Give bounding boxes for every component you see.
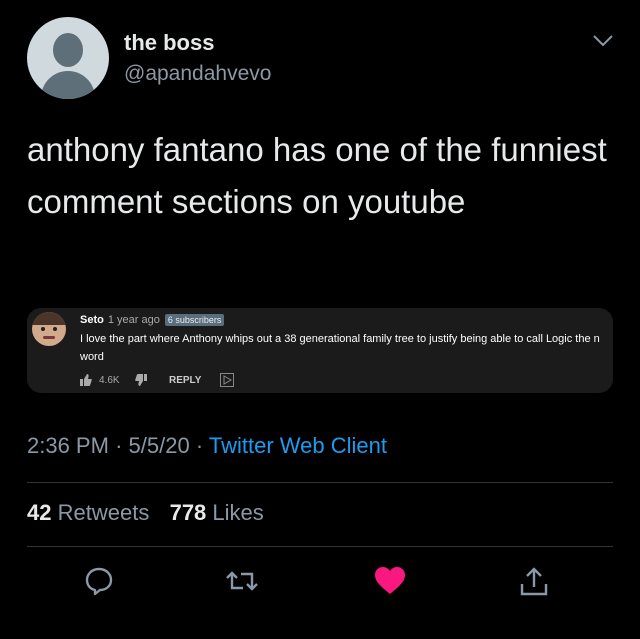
likes-label[interactable]: Likes [212, 500, 263, 525]
retweets-label[interactable]: Retweets [58, 500, 150, 525]
retweet-icon[interactable] [226, 565, 258, 597]
engagement-stats: 42 Retweets 778 Likes [27, 500, 264, 526]
embedded-comment-image[interactable]: Seto 1 year ago 6 subscribers I love the … [27, 308, 613, 393]
chevron-down-icon[interactable] [592, 34, 614, 48]
comment-author: Seto [80, 314, 104, 326]
client-link[interactable]: Twitter Web Client [209, 433, 387, 458]
divider [27, 482, 613, 483]
comment-meta: Seto 1 year ago 6 subscribers [80, 314, 225, 326]
replay-icon [220, 373, 234, 387]
thumbs-up-icon [80, 374, 92, 386]
share-icon[interactable] [518, 565, 550, 597]
commenter-eye [53, 327, 57, 331]
like-count[interactable]: 778 [170, 500, 207, 525]
separator: · [115, 433, 123, 458]
avatar[interactable] [27, 17, 109, 99]
avatar-head [53, 33, 83, 67]
commenter-eye [41, 327, 45, 331]
commenter-avatar [32, 312, 66, 346]
retweet-count[interactable]: 42 [27, 500, 51, 525]
separator: · [195, 433, 204, 458]
commenter-mouth [43, 336, 55, 339]
comment-time: 1 year ago [107, 314, 160, 326]
commenter-hair [32, 312, 66, 325]
tweet-date: 5/5/20 [128, 433, 190, 458]
heart-icon[interactable] [374, 565, 406, 597]
thumbs-down-icon [135, 374, 147, 386]
reply-icon[interactable] [83, 565, 115, 597]
tweet-time: 2:36 PM [27, 433, 109, 458]
divider [27, 546, 613, 547]
handle[interactable]: @apandahvevo [124, 62, 271, 86]
tweet-timestamp: 2:36 PM · 5/5/20 · Twitter Web Client [27, 433, 387, 459]
comment-text: I love the part where Anthony whips out … [80, 333, 600, 363]
display-name[interactable]: the boss [124, 30, 214, 56]
comment-like-count: 4.6K [99, 375, 120, 386]
tweet-text: anthony fantano has one of the funniest … [27, 131, 607, 220]
comment-reply-label: REPLY [169, 375, 202, 386]
avatar-shoulders [41, 71, 95, 99]
subscriber-badge: 6 subscribers [164, 314, 225, 326]
